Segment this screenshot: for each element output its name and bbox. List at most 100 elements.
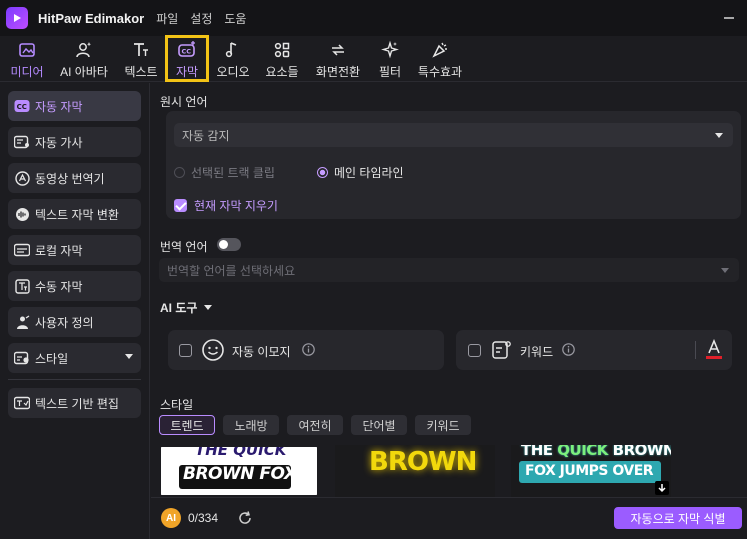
credits-count: 0/334	[188, 511, 219, 525]
tool-elements[interactable]: 요소들	[258, 36, 306, 81]
keyword-checkbox[interactable]	[468, 344, 481, 357]
sidebar-item-style[interactable]: 스타일	[8, 343, 141, 373]
style-label: 스타일	[160, 398, 194, 412]
divider	[695, 341, 696, 359]
style-preview-3[interactable]: THE QUICK BROWN FOX JUMPS OVER	[511, 445, 671, 497]
keyword-card[interactable]: 키워드	[456, 330, 732, 370]
sidebar-item-label: 자동 자막	[35, 99, 83, 114]
sidebar-item-label: 스타일	[35, 351, 69, 366]
source-language-select[interactable]: 자동 감지	[174, 123, 733, 147]
source-language-value: 자동 감지	[182, 128, 230, 143]
menu-settings[interactable]: 설정	[190, 10, 212, 27]
style-preview-2[interactable]: BROWN	[335, 445, 495, 497]
tool-transition-label: 화면전환	[315, 65, 361, 79]
source-language-label: 원시 언어	[160, 95, 208, 109]
checkbox-label: 현재 자막 지우기	[194, 199, 278, 213]
elements-icon	[274, 42, 290, 58]
preview-3-word: THE	[521, 445, 558, 459]
local-subtitle-icon	[14, 242, 30, 258]
sidebar-item-label: 동영상 번역기	[35, 171, 105, 186]
keyword-doc-icon	[492, 341, 511, 359]
tool-ai-avatar[interactable]: AI 아바타	[52, 36, 116, 81]
tool-ai-avatar-label: AI 아바타	[60, 65, 108, 79]
sidebar-item-local-subtitle[interactable]: 로컬 자막	[8, 235, 141, 265]
radio-main-timeline[interactable]: 메인 타임라인	[317, 164, 404, 181]
sidebar-item-text-to-subtitle[interactable]: 텍스트 자막 변환	[8, 199, 141, 229]
radio-circle	[174, 167, 185, 178]
radio-circle	[317, 167, 328, 178]
info-icon[interactable]	[302, 343, 315, 356]
tool-transition[interactable]: 화면전환	[308, 36, 368, 81]
chevron-down-icon	[721, 268, 729, 273]
tool-filter[interactable]: 필터	[370, 36, 410, 81]
translate-toggle[interactable]	[217, 238, 241, 251]
sidebar: CC 자동 자막 자동 가사 동영상 번역기 텍스트 자막 변환 로컬 자막 수…	[0, 83, 150, 539]
style-tab-word-by-word[interactable]: 단어별	[351, 415, 407, 435]
radio-selected-track-clip[interactable]: 선택된 트랙 클립	[174, 164, 275, 181]
tool-media-label: 미디어	[10, 65, 44, 79]
download-icon[interactable]	[655, 481, 669, 495]
filter-icon	[381, 40, 399, 59]
effects-icon	[432, 42, 447, 58]
sidebar-item-custom[interactable]: 사용자 정의	[8, 307, 141, 337]
translate-language-label: 번역 언어	[160, 240, 208, 254]
source-language-card: 자동 감지 선택된 트랙 클립 메인 타임라인 현재 자막 지우기	[166, 111, 741, 219]
sidebar-item-label: 텍스트 기반 편집	[35, 396, 119, 411]
transition-icon	[332, 44, 344, 56]
media-icon	[19, 43, 35, 57]
sidebar-item-manual-subtitle[interactable]: 수동 자막	[8, 271, 141, 301]
sidebar-item-label: 자동 가사	[35, 135, 83, 150]
smiley-icon	[202, 339, 224, 361]
auto-emoji-label: 자동 이모지	[232, 345, 291, 359]
chevron-down-icon	[125, 354, 133, 359]
font-color-icon[interactable]	[705, 339, 723, 361]
info-icon[interactable]	[562, 343, 575, 356]
tool-subtitle[interactable]: CC 자막	[165, 35, 209, 82]
tool-filter-label: 필터	[378, 65, 402, 79]
style-tab-karaoke[interactable]: 노래방	[223, 415, 279, 435]
preview-3-line1: THE QUICK BROWN	[521, 445, 671, 459]
minimize-button[interactable]	[719, 8, 739, 28]
svg-text:CC: CC	[182, 48, 192, 56]
menu-file[interactable]: 파일	[156, 10, 178, 27]
tool-elements-label: 요소들	[265, 65, 299, 79]
sidebar-item-video-translator[interactable]: 동영상 번역기	[8, 163, 141, 193]
style-preview-1[interactable]: THE QUICK BROWN FOX	[159, 445, 319, 497]
sidebar-item-auto-lyrics[interactable]: 자동 가사	[8, 127, 141, 157]
preview-2-line1: BROWN	[369, 447, 477, 477]
toggle-knob	[219, 240, 228, 249]
style-tab-trend[interactable]: 트렌드	[159, 415, 215, 435]
style-tab-keyword[interactable]: 키워드	[415, 415, 471, 435]
sidebar-item-label: 사용자 정의	[35, 315, 94, 330]
svg-text:CC: CC	[17, 103, 27, 111]
auto-emoji-card[interactable]: 자동 이모지	[168, 330, 444, 370]
main-toolbar: 미디어 AI 아바타 텍스트 CC 자막 오디오 요소들 화면전환 필터 특수효…	[0, 35, 747, 82]
auto-identify-subtitles-button[interactable]: 자동으로 자막 식별	[614, 507, 742, 529]
app-logo-icon	[6, 7, 28, 29]
translate-icon	[14, 170, 30, 186]
menu-help[interactable]: 도움	[224, 10, 246, 27]
bottom-bar: AI 0/334 자동으로 자막 식별	[151, 497, 747, 539]
tool-text[interactable]: 텍스트	[118, 36, 164, 81]
style-icon	[14, 350, 30, 366]
voice-icon	[14, 206, 30, 222]
tool-effects-label: 특수효과	[417, 65, 463, 79]
sidebar-item-auto-subtitle[interactable]: CC 자동 자막	[8, 91, 141, 121]
auto-emoji-checkbox[interactable]	[179, 344, 192, 357]
tool-effects[interactable]: 특수효과	[412, 36, 468, 81]
audio-icon	[225, 42, 237, 58]
manual-subtitle-icon	[14, 278, 30, 294]
translate-language-select[interactable]: 번역할 언어를 선택하세요	[159, 258, 739, 282]
refresh-icon[interactable]	[237, 510, 253, 526]
ai-tools-header[interactable]: AI 도구	[160, 299, 213, 316]
ai-tools-label: AI 도구	[160, 301, 198, 315]
sidebar-item-text-based-edit[interactable]: 텍스트 기반 편집	[8, 388, 141, 418]
clear-current-subtitles-checkbox[interactable]: 현재 자막 지우기	[174, 197, 278, 214]
style-tab-still[interactable]: 여전히	[287, 415, 343, 435]
radio-label: 선택된 트랙 클립	[191, 166, 275, 180]
tool-audio-label: 오디오	[216, 65, 250, 79]
tool-audio[interactable]: 오디오	[210, 36, 256, 81]
text-icon	[134, 43, 148, 56]
tool-media[interactable]: 미디어	[4, 36, 50, 81]
auto-subtitle-panel: 원시 언어 자동 감지 선택된 트랙 클립 메인 타임라인 현재 자막 지우기 …	[151, 83, 747, 539]
